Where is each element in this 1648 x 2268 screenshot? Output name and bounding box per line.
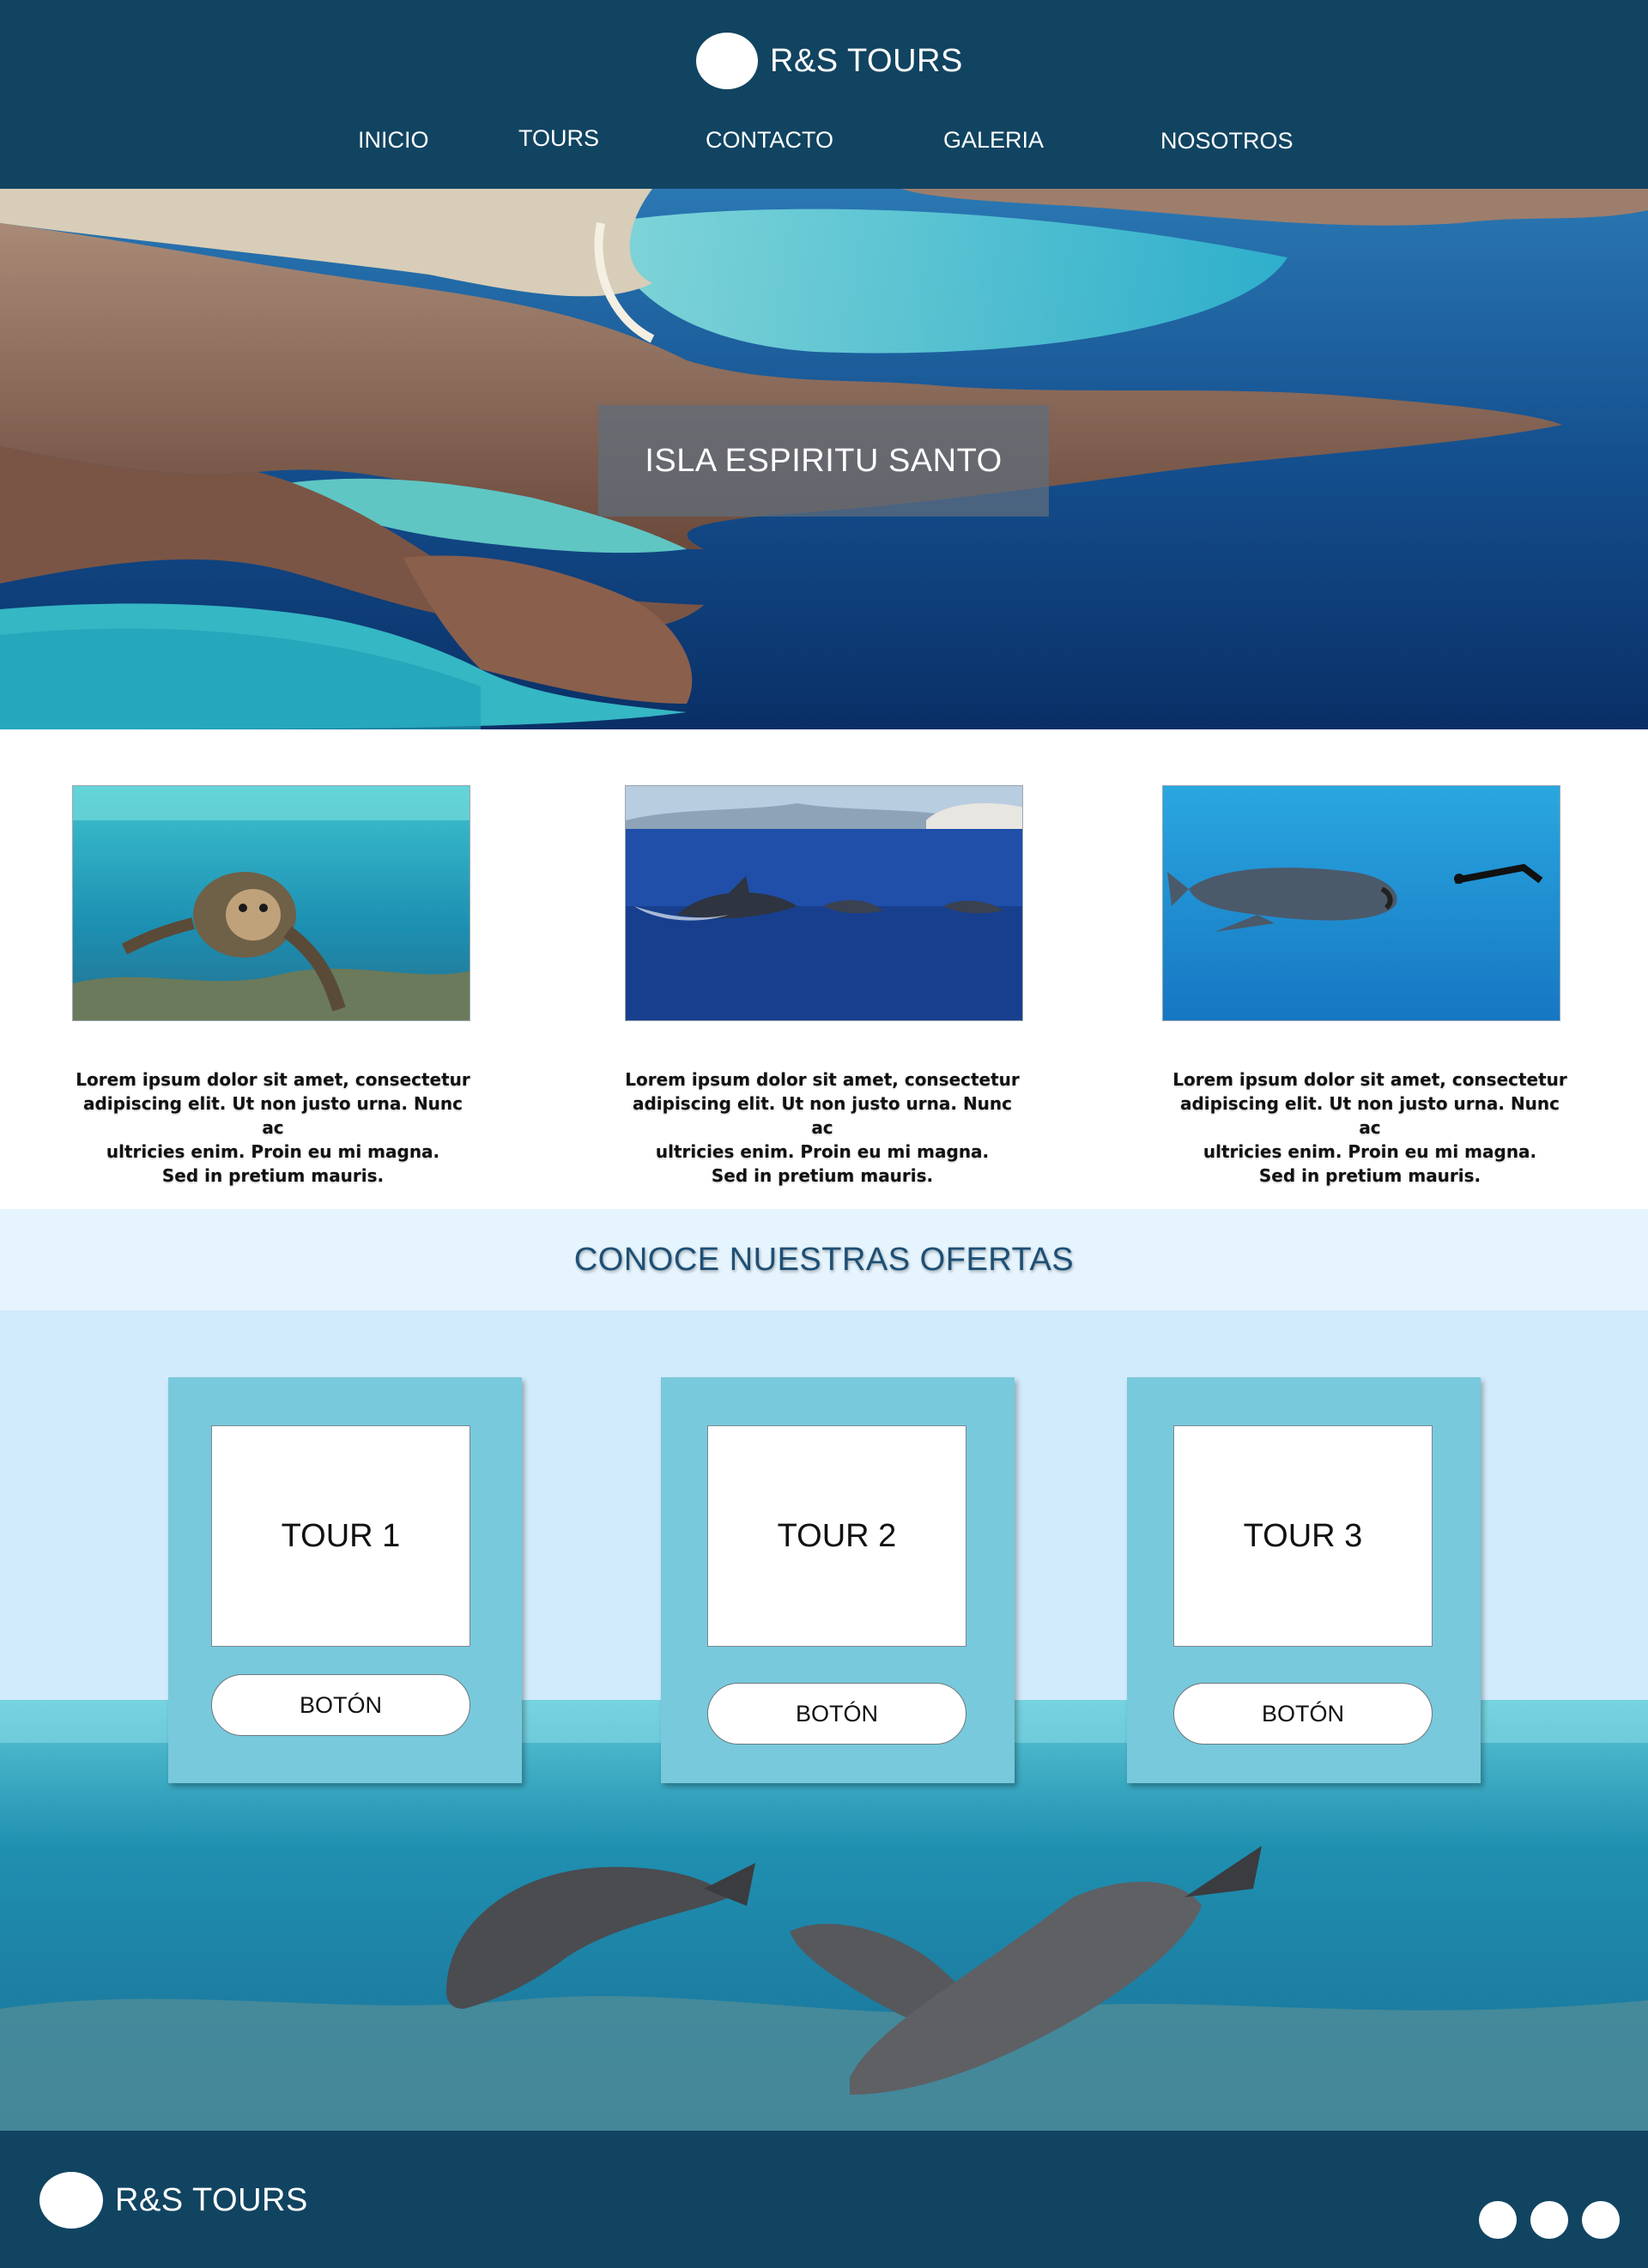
social-icon-1[interactable]	[1479, 2201, 1517, 2239]
tour-3-button[interactable]: BOTÓN	[1173, 1683, 1433, 1745]
tour-image-box[interactable]: TOUR 2	[707, 1425, 966, 1647]
nav-tours[interactable]: TOURS	[518, 125, 599, 152]
hero-caption: ISLA ESPIRITU SANTO	[645, 442, 1003, 479]
tour-2-button[interactable]: BOTÓN	[707, 1683, 966, 1745]
feature-text-1: Lorem ipsum dolor sit amet, consectetur …	[76, 1067, 470, 1188]
hero-banner: ISLA ESPIRITU SANTO	[0, 189, 1648, 729]
social-icon-2[interactable]	[1530, 2201, 1568, 2239]
feature-text-2: Lorem ipsum dolor sit amet, consectetur …	[625, 1067, 1020, 1188]
footer-brand[interactable]: R&S TOURS	[39, 2170, 308, 2230]
feature-text-line: Sed in pretium mauris.	[711, 1165, 934, 1186]
tour-label: TOUR 2	[777, 1517, 897, 1554]
tour-image-box[interactable]: TOUR 1	[211, 1425, 470, 1647]
feature-text-line: adipiscing elit. Ut non justo urna. Nunc…	[632, 1093, 1013, 1138]
sea-lion-photo	[72, 785, 470, 1021]
social-icon-3[interactable]	[1582, 2201, 1620, 2239]
offers-heading-band: CONOCE NUESTRAS OFERTAS	[0, 1209, 1648, 1310]
tour-card-1: TOUR 1 BOTÓN	[168, 1377, 522, 1783]
tour-label: TOUR 3	[1243, 1517, 1363, 1554]
tour-image-box[interactable]: TOUR 3	[1173, 1425, 1433, 1647]
header-brand[interactable]: R&S TOURS	[696, 31, 963, 91]
whale-shark-photo	[1162, 785, 1560, 1021]
tour-1-button[interactable]: BOTÓN	[211, 1674, 470, 1736]
footer-brand-name: R&S TOURS	[115, 2181, 308, 2218]
nav-inicio[interactable]: INICIO	[358, 127, 429, 154]
brand-name: R&S TOURS	[770, 42, 963, 79]
feature-text-line: Lorem ipsum dolor sit amet, consectetur	[76, 1069, 470, 1090]
hero-caption-box: ISLA ESPIRITU SANTO	[598, 405, 1049, 517]
tour-label: TOUR 1	[281, 1517, 401, 1554]
offers-title: CONOCE NUESTRAS OFERTAS	[573, 1241, 1075, 1278]
nav-galeria[interactable]: GALERIA	[943, 127, 1044, 154]
logo-icon	[39, 2172, 103, 2229]
feature-text-line: ultricies enim. Proin eu mi magna.	[106, 1141, 440, 1162]
feature-text-line: adipiscing elit. Ut non justo urna. Nunc…	[82, 1093, 464, 1138]
feature-text-line: Sed in pretium mauris.	[1258, 1165, 1481, 1186]
tour-card-3: TOUR 3 BOTÓN	[1127, 1377, 1481, 1783]
logo-icon	[696, 33, 758, 89]
tour-card-2: TOUR 2 BOTÓN	[661, 1377, 1015, 1783]
site-footer: R&S TOURS	[0, 2131, 1648, 2268]
site-header: R&S TOURS INICIO TOURS CONTACTO GALERIA …	[0, 0, 1648, 189]
nav-contacto[interactable]: CONTACTO	[706, 127, 833, 154]
feature-text-line: ultricies enim. Proin eu mi magna.	[655, 1141, 990, 1162]
nav-nosotros[interactable]: NOSOTROS	[1160, 128, 1294, 154]
feature-text-line: Sed in pretium mauris.	[161, 1165, 385, 1186]
dolphins-photo	[625, 785, 1023, 1021]
feature-text-3: Lorem ipsum dolor sit amet, consectetur …	[1172, 1067, 1567, 1188]
feature-text-line: adipiscing elit. Ut non justo urna. Nunc…	[1179, 1093, 1560, 1138]
feature-text-line: ultricies enim. Proin eu mi magna.	[1203, 1141, 1537, 1162]
feature-text-line: Lorem ipsum dolor sit amet, consectetur	[625, 1069, 1020, 1090]
feature-text-line: Lorem ipsum dolor sit amet, consectetur	[1172, 1069, 1567, 1090]
